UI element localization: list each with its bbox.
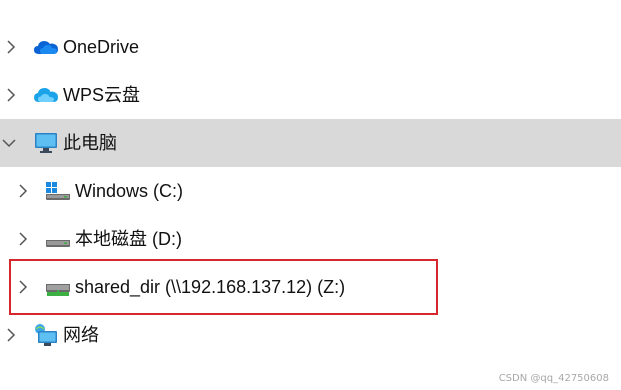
chevron-right-icon[interactable]: [15, 279, 31, 295]
chevron-right-icon[interactable]: [3, 87, 19, 103]
navigation-tree: OneDrive WPS云盘 此电脑 Windows (C:) 本地磁盘 (D:…: [0, 0, 621, 390]
tree-item-label: 本地磁盘 (D:): [75, 229, 182, 249]
tree-item-label: 网络: [63, 325, 99, 345]
tree-item-this-pc[interactable]: 此电脑: [0, 119, 621, 167]
tree-item-drive-d[interactable]: 本地磁盘 (D:): [0, 215, 621, 263]
local-disk-icon: [45, 226, 71, 252]
windows-drive-icon: [45, 178, 71, 204]
monitor-icon: [33, 130, 59, 156]
tree-item-label: Windows (C:): [75, 181, 184, 201]
chevron-right-icon[interactable]: [3, 39, 19, 55]
tree-item-onedrive[interactable]: OneDrive: [0, 23, 621, 71]
wps-cloud-icon: [33, 82, 59, 108]
chevron-right-icon[interactable]: [15, 231, 31, 247]
chevron-down-icon[interactable]: [1, 135, 17, 151]
chevron-right-icon[interactable]: [3, 327, 19, 343]
tree-item-drive-c[interactable]: Windows (C:): [0, 167, 621, 215]
tree-item-label: shared_dir (\\192.168.137.12) (Z:): [75, 277, 346, 297]
onedrive-cloud-icon: [33, 34, 59, 60]
tree-item-network-drive-z[interactable]: shared_dir (\\192.168.137.12) (Z:): [0, 263, 621, 311]
tree-item-label: OneDrive: [63, 37, 140, 57]
tree-item-label: 此电脑: [63, 133, 117, 153]
tree-item-network[interactable]: 网络: [0, 311, 621, 359]
network-drive-icon: [45, 274, 71, 300]
watermark: CSDN @qq_42750608: [498, 373, 609, 384]
tree-item-label: WPS云盘: [63, 85, 141, 105]
tree-item-wps-cloud[interactable]: WPS云盘: [0, 71, 621, 119]
network-icon: [33, 322, 59, 348]
chevron-right-icon[interactable]: [15, 183, 31, 199]
